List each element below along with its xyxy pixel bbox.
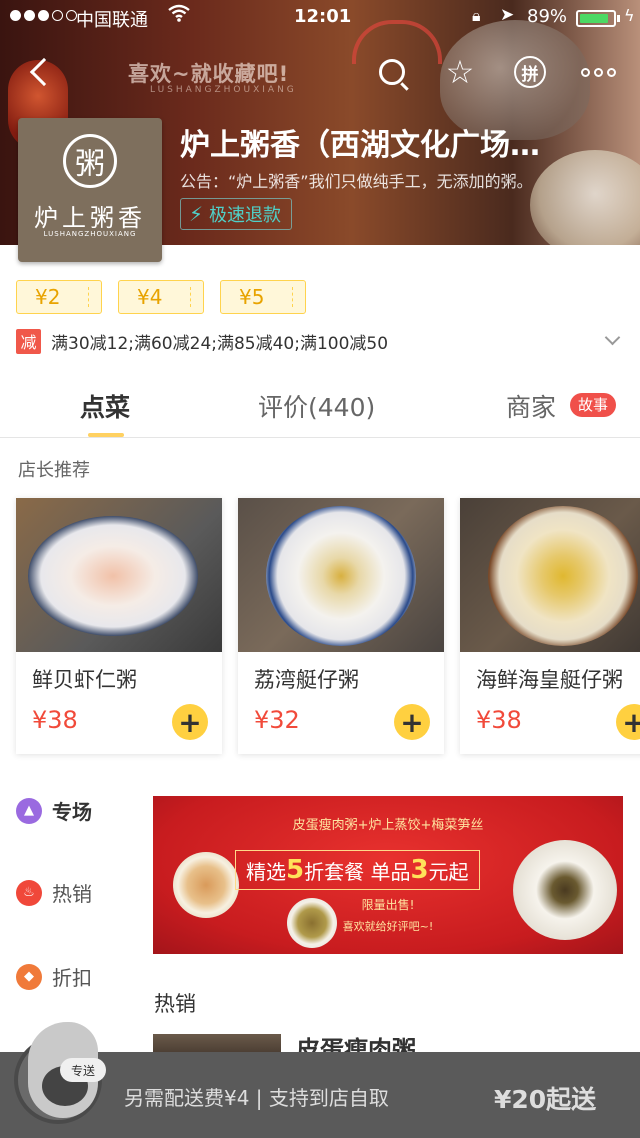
bag-icon: ▲ (16, 797, 42, 824)
banner-review-text: 喜欢就给好评吧~! (342, 920, 434, 933)
coupon-5[interactable]: ¥5 (220, 280, 306, 314)
tab-merchant[interactable]: 商家 (506, 388, 556, 424)
coupon-4[interactable]: ¥4 (118, 280, 204, 314)
discount-tag: 减 (16, 328, 41, 354)
back-button[interactable] (20, 52, 60, 92)
dish-photo (16, 498, 222, 652)
battery-icon (576, 10, 616, 27)
signal-icon (10, 10, 77, 21)
search-button[interactable] (372, 52, 412, 92)
location-icon: ➤ (500, 5, 515, 25)
sidebar-item-hot[interactable]: ♨ 热销 (16, 878, 92, 907)
tab-order[interactable]: 点菜 (80, 388, 130, 424)
status-bar: 中国联通 12:01 🔒︎ ➤ 89% ϟ (0, 0, 640, 36)
recommend-card[interactable]: 鲜贝虾仁粥 ¥38 + (16, 498, 222, 754)
dish-name: 荔湾艇仔粥 (254, 668, 359, 692)
favorite-button[interactable]: ☆ (440, 52, 480, 92)
fast-refund-badge: ⚡︎ 极速退款 (180, 198, 293, 230)
discount-row[interactable]: 减 满30减12;满60减24;满85减40;满100减50 (16, 328, 624, 354)
group-order-icon: 拼 (514, 56, 546, 88)
more-button[interactable] (576, 52, 620, 92)
more-icon (580, 67, 616, 77)
recommend-title: 店长推荐 (18, 460, 90, 481)
shop-tabs: 点菜 评价(440) 商家 故事 (0, 370, 640, 438)
slogan-subtext: LUSHANGZHOUXIANG (150, 85, 297, 95)
logo-pinyin: LUSHANGZHOUXIANG (43, 230, 137, 238)
flame-icon: ♨ (16, 879, 42, 906)
star-icon: ☆ (445, 53, 475, 91)
minimum-order-text: ¥20起送 (494, 1085, 597, 1114)
rotation-lock-icon: 🔒︎ (472, 6, 481, 25)
shop-logo[interactable]: 粥 炉上粥香 LUSHANGZHOUXIANG (18, 118, 162, 262)
dish-price: ¥38 (32, 706, 78, 734)
coupon-2[interactable]: ¥2 (16, 280, 102, 314)
banner-combo-text: 皮蛋瘦肉粥+炉上蒸饺+梅菜笋丝 (292, 818, 484, 833)
recommend-card[interactable]: 荔湾艇仔粥 ¥32 + (238, 498, 444, 754)
recommend-card[interactable]: 海鲜海皇艇仔粥 ¥38 + (460, 498, 640, 754)
sidebar-item-special[interactable]: ▲ 专场 (16, 796, 92, 825)
express-delivery-badge: 专送 (60, 1058, 106, 1082)
story-badge: 故事 (570, 393, 617, 417)
shop-title: 炉上粥香（西湖文化广场… (180, 128, 540, 163)
sidebar-item-discount[interactable]: ◆ 折扣 (16, 962, 92, 991)
lightning-icon: ⚡︎ (189, 202, 204, 226)
delivery-fee-text: 另需配送费¥4 | 支持到店自取 (124, 1086, 389, 1110)
banner-headline: 精选 5 折套餐 单品 3 元起 (235, 850, 480, 890)
favorite-slogan: 喜欢~就收藏吧! (128, 62, 290, 86)
logo-seal: 粥 (63, 134, 117, 188)
charging-icon: ϟ (624, 6, 635, 25)
logo-name: 炉上粥香 (34, 204, 146, 232)
banner-limited-text: 限量出售! (361, 898, 415, 912)
shop-page: 喜欢~就收藏吧! LUSHANGZHOUXIANG 中国联通 12:01 🔒︎ … (0, 0, 640, 1138)
wifi-icon (168, 4, 190, 27)
group-order-button[interactable]: 拼 (510, 52, 550, 92)
clock: 12:01 (294, 6, 352, 27)
hot-section-title: 热销 (154, 992, 196, 1016)
dish-name: 鲜贝虾仁粥 (32, 668, 137, 692)
chevron-down-icon (604, 329, 621, 346)
promo-banner[interactable]: 皮蛋瘦肉粥+炉上蒸饺+梅菜笋丝 精选 5 折套餐 单品 3 元起 限量出售! 喜欢就给好… (153, 796, 623, 954)
chevron-left-icon (29, 57, 59, 87)
dish-price: ¥32 (254, 706, 300, 734)
active-tab-indicator (88, 433, 124, 437)
shop-notice[interactable]: 公告：“炉上粥香”我们只做纯手工，无添加的粥。 (180, 168, 620, 192)
sidebar-item-label: 专场 (52, 800, 92, 824)
add-to-cart-button[interactable]: + (172, 704, 208, 740)
battery-percent: 89% (527, 6, 568, 27)
bowl-decoration (530, 150, 640, 245)
sidebar-item-label: 折扣 (52, 966, 92, 990)
dish-photo (238, 498, 444, 652)
coupon-list: ¥2 ¥4 ¥5 (16, 280, 306, 314)
tag-icon: ◆ (16, 963, 42, 990)
discount-text: 满30减12;满60减24;满85减40;满100减50 (51, 333, 389, 354)
cart-button[interactable]: 专送 (10, 1022, 110, 1124)
dish-photo (460, 498, 640, 652)
tab-reviews[interactable]: 评价(440) (258, 388, 375, 424)
recommend-list: 鲜贝虾仁粥 ¥38 + 荔湾艇仔粥 ¥32 + 海鲜海皇艇仔粥 ¥38 + (16, 498, 640, 754)
add-to-cart-button[interactable]: + (394, 704, 430, 740)
fast-refund-label: 极速退款 (209, 205, 282, 226)
dish-name: 海鲜海皇艇仔粥 (476, 668, 623, 692)
add-to-cart-button[interactable]: + (616, 704, 640, 740)
dish-price: ¥38 (476, 706, 522, 734)
carrier-name: 中国联通 (76, 10, 148, 31)
search-icon (379, 59, 405, 85)
sidebar-item-label: 热销 (52, 882, 92, 906)
battery-cap (617, 15, 620, 22)
